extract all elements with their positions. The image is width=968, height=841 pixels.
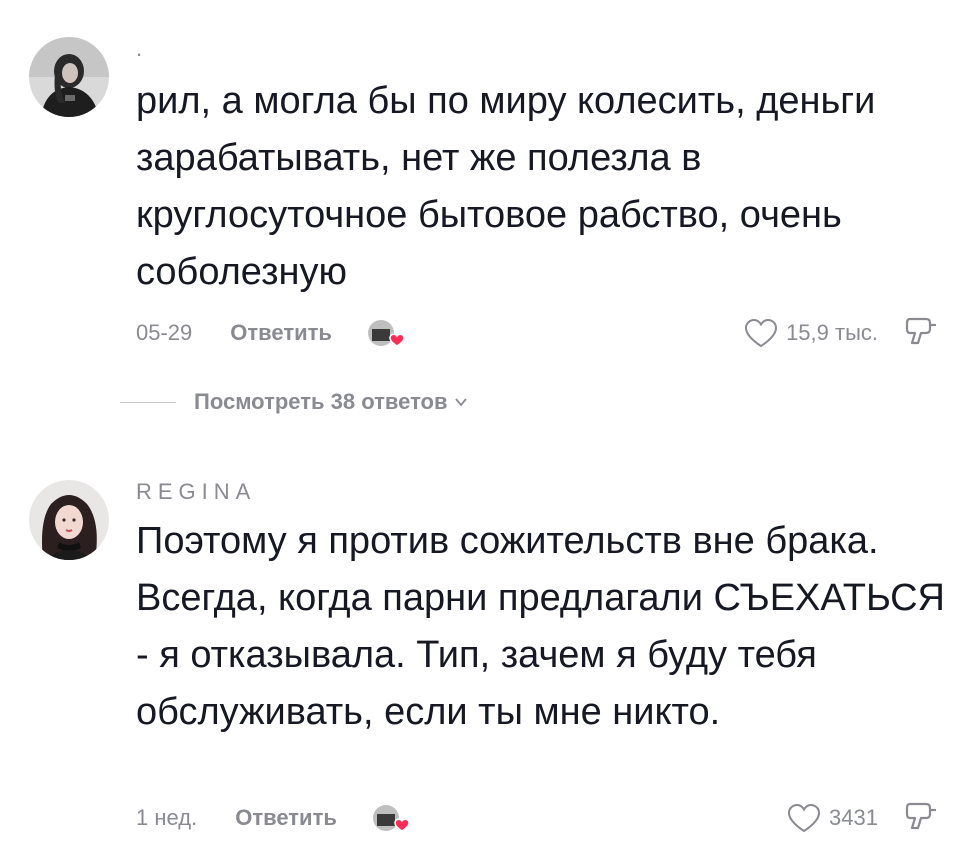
comment-username[interactable]: REGINA: [136, 479, 256, 505]
avatar[interactable]: [29, 37, 109, 117]
comment-date: 1 нед.: [136, 805, 198, 830]
view-replies-button[interactable]: Посмотреть 38 ответов: [120, 386, 468, 418]
reply-button[interactable]: Ответить: [235, 805, 337, 831]
like-button[interactable]: 3431: [787, 798, 878, 838]
like-count: 15,9 тыс.: [786, 320, 878, 345]
chevron-down-icon: [454, 398, 467, 407]
view-replies-label: Посмотреть 38 ответов: [194, 389, 448, 414]
comment-date: 05-29: [136, 320, 193, 345]
dislike-icon: [905, 802, 936, 830]
like-button[interactable]: 15,9 тыс.: [744, 313, 878, 353]
heart-outline-icon: [788, 803, 821, 833]
comment-text: рил, а могла бы по миру колесить, деньги…: [136, 80, 876, 293]
dislike-icon: [905, 317, 936, 345]
comment-meta: 05-29 Ответить: [136, 313, 406, 353]
avatar[interactable]: [29, 480, 109, 560]
dislike-button[interactable]: [904, 798, 940, 834]
comment-username[interactable]: .: [136, 36, 148, 62]
creator-liked-icon: [371, 801, 411, 835]
divider: [120, 401, 176, 403]
comment-text: Поэтому я против сожительств вне брака. …: [136, 520, 945, 733]
comment-meta: 1 нед. Ответить: [136, 798, 411, 838]
heart-outline-icon: [745, 318, 778, 348]
creator-liked-icon: [366, 316, 406, 350]
like-count: 3431: [829, 805, 878, 830]
dislike-button[interactable]: [904, 313, 940, 349]
reply-button[interactable]: Ответить: [230, 320, 332, 346]
